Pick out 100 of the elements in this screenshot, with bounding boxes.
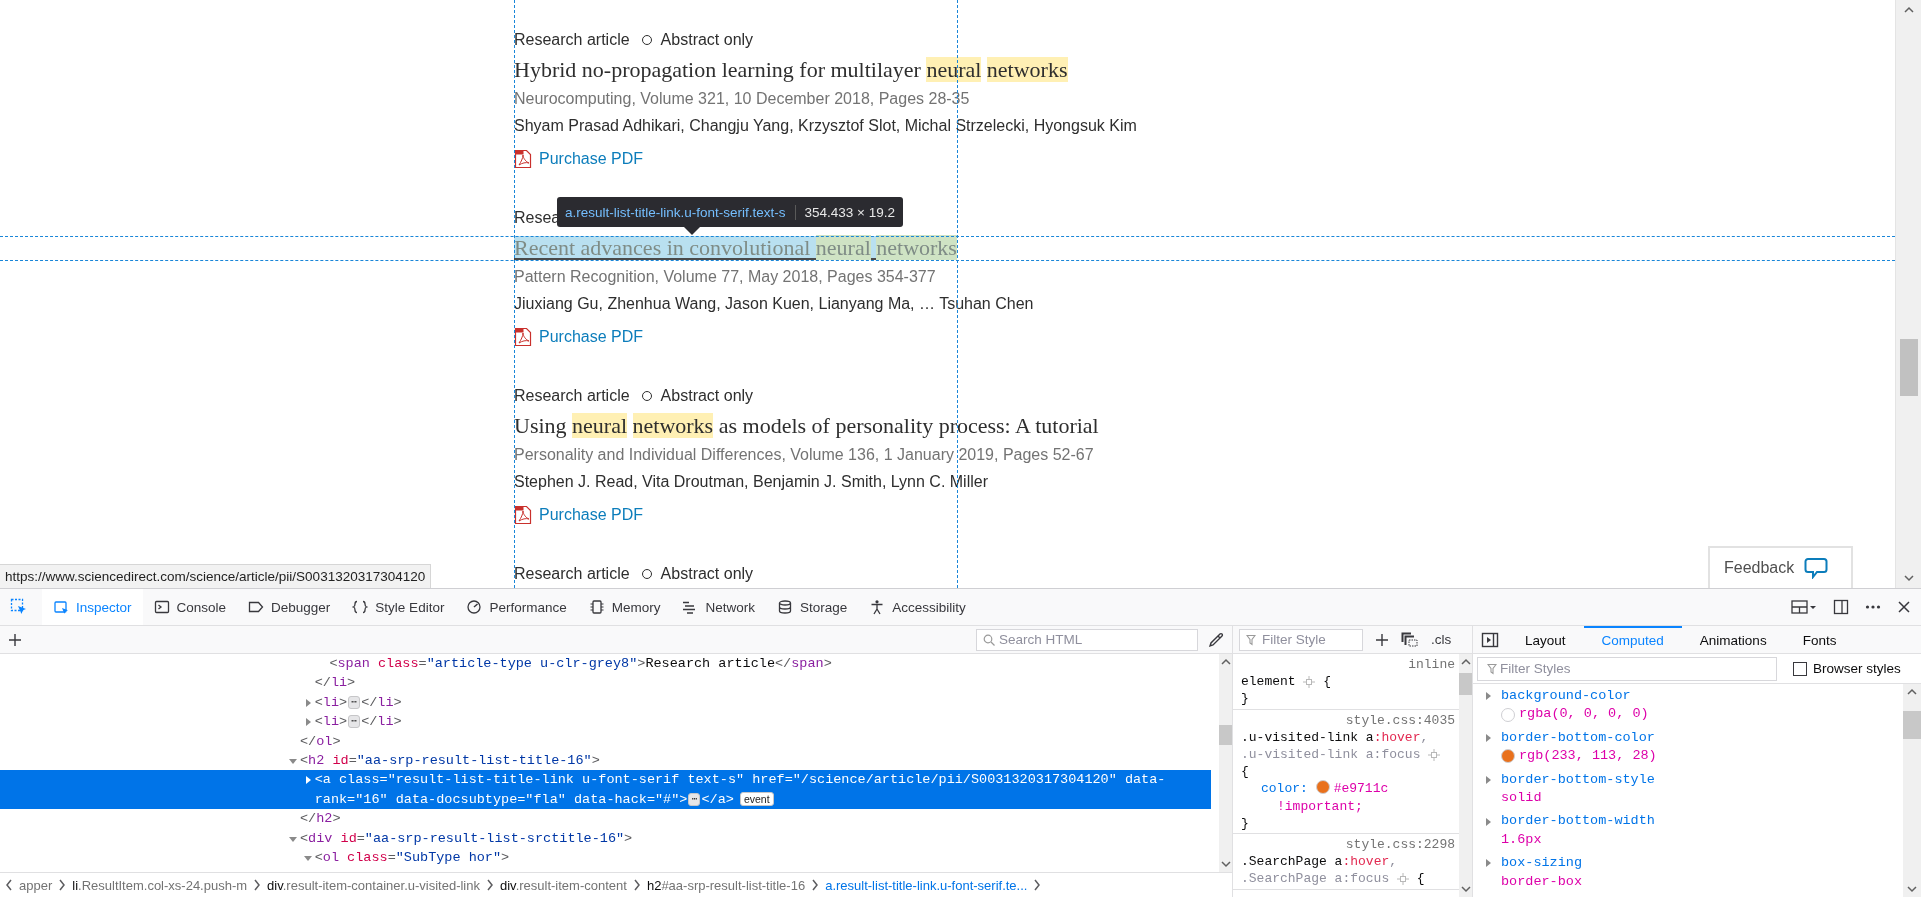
browser-styles-label: Browser styles xyxy=(1813,661,1901,676)
article-type-label: Research article xyxy=(514,30,630,50)
dock-side-icon[interactable] xyxy=(1833,599,1849,615)
pdf-file-icon xyxy=(514,149,532,169)
breadcrumb-separator-icon[interactable] xyxy=(57,879,68,891)
scrollbar-thumb[interactable] xyxy=(1899,339,1918,396)
sidebar-toggle-icon[interactable] xyxy=(1481,631,1499,648)
breadcrumb-separator-icon[interactable] xyxy=(810,879,821,891)
filter-styles-field[interactable]: Filter Styles xyxy=(1477,656,1777,681)
rule-source-link[interactable]: style.css:2298 xyxy=(1345,836,1455,854)
pdf-file-icon xyxy=(514,327,532,347)
scrollbar-thumb[interactable] xyxy=(1903,711,1921,739)
breadcrumb-item[interactable]: h2#aa-srp-result-list-title-16 xyxy=(646,877,806,893)
selector-text: a.result-list-title-link.u-font-serif.text-s xyxy=(565,204,786,220)
sidebar-tab[interactable]: Fonts xyxy=(1784,626,1855,653)
property-name: border-bottom-color xyxy=(1501,728,1655,747)
article-type-label: Research article xyxy=(514,564,630,584)
devtools-tab[interactable]: Network xyxy=(671,589,766,625)
breadcrumb-item[interactable]: apper xyxy=(19,877,53,893)
property-value: border-box xyxy=(1501,872,1582,891)
journal-source: Personality and Individual Differences, Volume 136, 1 January 2019, Pages 52-67 xyxy=(514,445,1095,465)
article-title-link[interactable]: Hybrid no-propagation learning for multilayer neural networks xyxy=(514,58,1068,82)
plus-icon[interactable] xyxy=(1375,632,1389,647)
highlight-mark: networks xyxy=(876,235,957,260)
twisty-icon[interactable] xyxy=(1483,691,1493,702)
devtools-tab[interactable]: Console xyxy=(142,589,238,625)
collapsed-children-badge[interactable]: ⋯ xyxy=(688,792,701,806)
markup-line[interactable]: <span class="article-type u-clr-grey8">Research article</span> xyxy=(0,654,1211,674)
class-toggle-button[interactable]: .cls xyxy=(1431,632,1452,647)
person-icon xyxy=(869,599,886,615)
color-swatch[interactable] xyxy=(1315,780,1330,795)
event-badge[interactable]: event xyxy=(739,792,774,807)
feedback-button[interactable]: Feedback xyxy=(1708,546,1853,588)
eyedropper-icon[interactable] xyxy=(1208,631,1224,648)
class-toggle-icon[interactable] xyxy=(1401,631,1419,648)
property-name: box-sizing xyxy=(1501,854,1582,873)
breadcrumb-item[interactable]: li.ResultItem.col-xs-24.push-m xyxy=(72,877,248,893)
highlight-mark: neural xyxy=(572,413,628,438)
plus-icon[interactable] xyxy=(8,632,22,647)
breadcrumb-item[interactable]: div.result-item-content xyxy=(500,877,627,893)
markup-line[interactable]: <h2 id="aa-srp-result-list-title-16"> xyxy=(0,751,1211,771)
devtools-tab[interactable]: Inspector xyxy=(42,589,143,625)
breadcrumb-item[interactable]: div.result-item-container.u-visited-link xyxy=(267,877,480,893)
devtools-tab[interactable]: Style Editor xyxy=(341,589,456,625)
speech-bubble-icon xyxy=(1804,557,1829,579)
priority-text: !important; xyxy=(1276,798,1363,814)
color-swatch[interactable] xyxy=(1501,749,1515,764)
purchase-pdf-link[interactable]: Purchase PDF xyxy=(539,506,644,524)
markup-line[interactable]: <div id="aa-srp-result-list-srctitle-16"> xyxy=(0,828,1211,849)
collapsed-children-badge[interactable]: ⋯ xyxy=(348,715,361,729)
twisty-icon[interactable] xyxy=(1483,816,1493,827)
collapsed-children-badge[interactable]: ⋯ xyxy=(348,695,361,709)
rule-brace: } xyxy=(1241,815,1249,831)
close-icon[interactable] xyxy=(1897,600,1911,614)
purchase-pdf-link[interactable]: Purchase PDF xyxy=(539,328,644,346)
browser-styles-checkbox[interactable] xyxy=(1793,661,1807,676)
breadcrumb-item[interactable]: a.result-list-title-link.u-font-serif.te... xyxy=(825,877,1028,893)
scrollbar-thumb[interactable] xyxy=(1219,725,1232,745)
author-list: Shyam Prasad Adhikari, Changju Yang, Krzysztof Slot, Michal Strzelecki, Hyongsuk Kim xyxy=(514,110,1895,142)
markup-line[interactable]: <ol class="SubType hor"> xyxy=(0,848,1211,868)
breadcrumb-separator-icon[interactable] xyxy=(252,879,263,891)
filter-styles-field[interactable]: Filter Style xyxy=(1239,628,1363,651)
size-text: 354.433 × 19.2 xyxy=(794,204,896,220)
twisty-icon[interactable] xyxy=(1483,774,1493,785)
markup-line[interactable]: </ol> xyxy=(0,731,1211,752)
rule-source-link[interactable]: style.css:4035 xyxy=(1345,711,1455,729)
chip-icon xyxy=(588,599,605,615)
breadcrumb-separator-icon[interactable] xyxy=(631,879,642,891)
property-name: border-bottom-style xyxy=(1501,770,1655,789)
markup-line[interactable]: <li> ⋯ </li> xyxy=(0,712,1211,732)
purchase-pdf-link[interactable]: Purchase PDF xyxy=(539,150,644,168)
devtools-tab[interactable]: Storage xyxy=(765,589,859,625)
gauge-icon xyxy=(466,599,483,615)
twisty-icon[interactable] xyxy=(1483,858,1493,869)
markup-line[interactable]: <li> ⋯ </li> xyxy=(0,692,1211,713)
devtools-tab[interactable]: Debugger xyxy=(237,589,342,625)
markup-line[interactable]: </li> xyxy=(0,673,1211,693)
devtools-tab[interactable]: Accessibility xyxy=(858,589,977,625)
inspector-icon xyxy=(53,599,69,615)
color-swatch[interactable] xyxy=(1501,707,1515,722)
database-icon xyxy=(776,599,793,615)
article-title-link[interactable]: Using neural networks as models of personality process: A tutorial xyxy=(514,414,1099,438)
sidebar-tab[interactable]: Animations xyxy=(1681,626,1785,653)
sidebar-tab[interactable]: Computed xyxy=(1583,626,1682,653)
breadcrumb-separator-icon[interactable] xyxy=(485,879,495,891)
devtools-tab[interactable]: Performance xyxy=(455,589,578,625)
journal-source: Neurocomputing, Volume 321, 10 December 2018, Pages 28-35 xyxy=(514,89,971,109)
markup-line[interactable]: </h2> xyxy=(0,809,1211,829)
layout-dropdown-icon[interactable] xyxy=(1791,599,1817,615)
rule-selector: .SearchPage a:hover, .SearchPage a:focus xyxy=(1241,854,1398,887)
scrollbar-thumb[interactable] xyxy=(1459,673,1472,695)
twisty-icon[interactable] xyxy=(1483,733,1493,743)
rule-selector: element xyxy=(1241,674,1296,690)
author-list: Stephen J. Read, Vita Droutman, Benjamin J. Smith, Lynn C. Miller xyxy=(514,466,1895,498)
devtools-tab[interactable]: Memory xyxy=(577,589,672,625)
sidebar-tab[interactable]: Layout xyxy=(1507,626,1584,653)
property-value: #e9711c xyxy=(1333,781,1389,797)
author-list: Jiuxiang Gu, Zhenhua Wang, Jason Kuen, Lianyang Ma, … Tsuhan Chen xyxy=(514,288,1895,320)
search-html-field[interactable]: Search HTML xyxy=(976,628,1198,651)
rule-source-link[interactable]: inline xyxy=(1408,656,1455,674)
